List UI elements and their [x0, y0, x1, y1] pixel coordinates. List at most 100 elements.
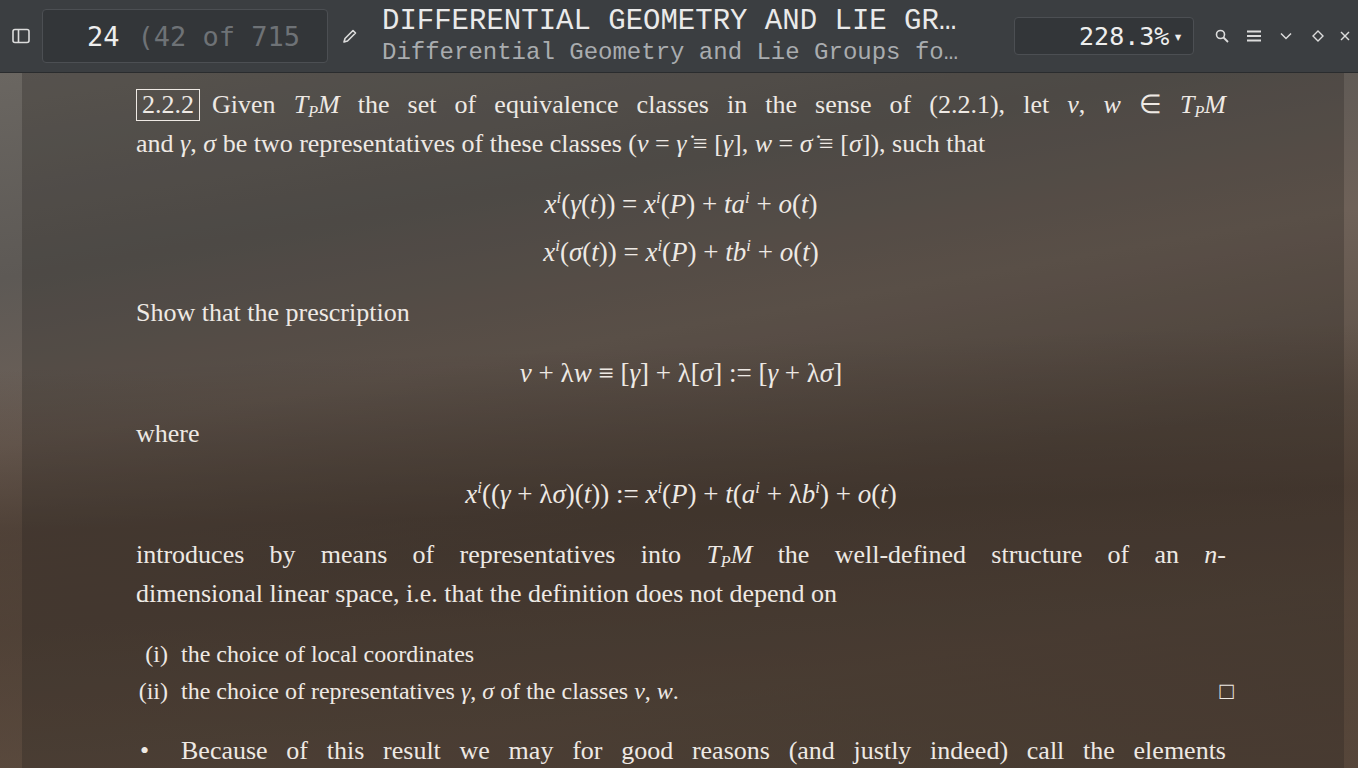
math-run: + [751, 237, 780, 267]
math-run: i [815, 478, 820, 497]
math-run: o [858, 479, 872, 509]
document-title: DIFFERENTIAL GEOMETRY AND LIE GR… [382, 5, 1006, 39]
math-run: o [780, 237, 794, 267]
text-run: T [294, 90, 308, 119]
math-run: v [520, 358, 532, 388]
math-run: ) + [820, 479, 858, 509]
text-run: Because of this result we may for good r… [181, 736, 1226, 765]
chevron-down-icon [1280, 32, 1292, 40]
search-icon [1215, 29, 1229, 43]
close-button[interactable] [1336, 22, 1354, 50]
text-run: - [1217, 540, 1226, 569]
toolbar: 24 (42 of 715 DIFFERENTIAL GEOMETRY AND LI… [0, 0, 1358, 73]
enumerated-list: (i) the choice of local coordinates (ii) th… [136, 636, 1226, 710]
text-line: introduces by means of representatives i… [136, 535, 1226, 574]
text-run: of the classes [494, 678, 634, 704]
math-run: ( [582, 237, 591, 267]
math-run: o [778, 189, 792, 219]
math-run: σ [700, 358, 713, 388]
math-run: ( [661, 189, 670, 219]
math-run: ( [662, 479, 671, 509]
text-run: the choice of local coordinates [181, 641, 474, 667]
search-button[interactable] [1208, 22, 1236, 50]
text-line: and γ, σ be two representatives of these… [136, 124, 1226, 163]
math-run: ] := [ [713, 358, 767, 388]
document-viewer: 2.2.2Given TPM the set of equivalence cl… [0, 73, 1358, 768]
math-run: + λ [760, 479, 802, 509]
text-run: γ [723, 129, 733, 158]
menu-button[interactable] [1240, 22, 1268, 50]
text-run: γ̇ [676, 129, 686, 158]
toolbar-actions [1208, 22, 1358, 50]
text-run: v [637, 129, 649, 158]
math-run: σ [820, 358, 833, 388]
math-run: i [656, 188, 661, 207]
math-run: i [477, 478, 482, 497]
list-item: (ii) the choice of representatives γ, σ o… [136, 673, 1226, 710]
math-run: ( [871, 479, 880, 509]
paragraph: where [136, 414, 1226, 453]
paragraph: Show that the prescription [136, 293, 1226, 332]
text-run: ]), such that [862, 129, 985, 158]
math-run: P [671, 479, 688, 509]
math-run: P [670, 189, 687, 219]
list-text: the choice of local coordinates [181, 636, 1226, 673]
text-run: where [136, 419, 200, 448]
text-line: Because of this result we may for good r… [181, 731, 1226, 768]
math-run: γ [570, 189, 581, 219]
math-run: i [657, 236, 662, 255]
text-run: σ [203, 129, 216, 158]
pdf-viewer: 24 (42 of 715 DIFFERENTIAL GEOMETRY AND LI… [0, 0, 1358, 768]
equation-line: xi(σ(t)) = xi(P) + tbi + o(t) [136, 228, 1226, 276]
text-run: w [755, 129, 772, 158]
math-run: + λ [511, 479, 553, 509]
text-run: the choice of representatives [181, 678, 461, 704]
math-run: + λ [532, 358, 574, 388]
math-run: a [742, 479, 756, 509]
text-run: γ [180, 129, 190, 158]
bookmark-button[interactable] [1304, 22, 1332, 50]
text-run: P [308, 103, 318, 120]
text-run: ≡ [ [813, 129, 849, 158]
text-run: the well-defined structure of an [752, 540, 1204, 569]
math-run: tb [725, 237, 746, 267]
page-number[interactable]: 24 [87, 21, 120, 52]
math-run: b [802, 479, 816, 509]
math-run: ( [662, 237, 671, 267]
text-run: σ [482, 678, 494, 704]
math-run: (( [482, 479, 500, 509]
text-run: T [706, 540, 720, 569]
page-field[interactable]: 24 (42 of 715 [42, 9, 328, 63]
list-label: (i) [136, 636, 168, 673]
text-run: γ [461, 678, 470, 704]
text-run: , [470, 678, 482, 704]
page-info: (42 of 715 [138, 21, 301, 52]
bullet-item: •Because of this result we may for good … [136, 731, 1226, 768]
equation-line: xi(γ(t)) = xi(P) + tai + o(t) [136, 180, 1226, 228]
math-run: )( [566, 479, 584, 509]
zoom-select[interactable]: 228.3%▾ [1014, 17, 1194, 55]
math-run: ) [888, 479, 897, 509]
math-run: t [802, 237, 810, 267]
next-page-button[interactable] [1272, 22, 1300, 50]
text-run: the set of equivalence classes in the se… [340, 90, 1068, 119]
annotate-button[interactable] [340, 26, 360, 46]
text-run: and [136, 129, 180, 158]
text-run: w [657, 678, 673, 704]
list-label: (ii) [136, 673, 168, 710]
math-run: γ [629, 358, 640, 388]
math-run: x [465, 479, 477, 509]
sidebar-toggle-button[interactable] [8, 23, 34, 49]
text-run: 2.2.2 [136, 89, 200, 121]
math-run: t [584, 479, 592, 509]
text-line: where [136, 414, 1226, 453]
math-run: )) = [597, 189, 644, 219]
math-run: i [657, 478, 662, 497]
math-run: w [574, 358, 592, 388]
math-run: σ [569, 237, 582, 267]
diamond-icon [1312, 30, 1324, 42]
equation-line: xi((γ + λσ)(t)) := xi(P) + t(ai + λbi) +… [136, 470, 1226, 518]
math-run: ( [792, 189, 801, 219]
math-run: ( [581, 189, 590, 219]
math-run: ≡ [ [592, 358, 630, 388]
